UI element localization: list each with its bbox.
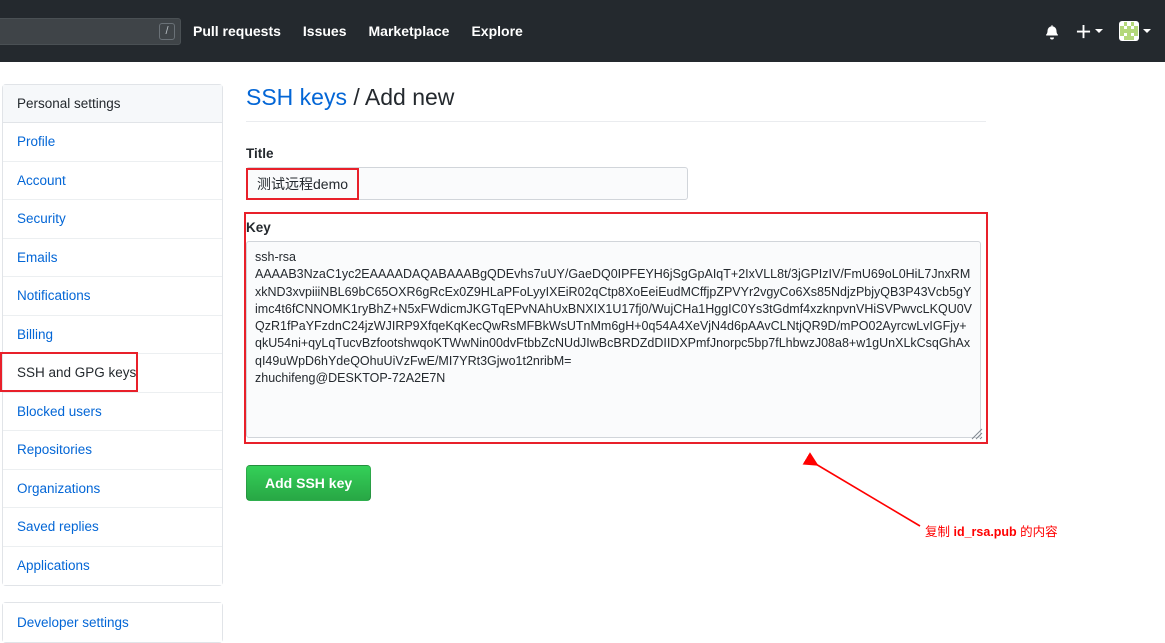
annotation-label: 复制 id_rsa.pub 的内容: [925, 521, 1058, 540]
search-shortcut-badge: /: [159, 23, 175, 40]
key-field-label: Key: [246, 220, 271, 235]
chevron-down-icon: [1143, 29, 1151, 33]
sidebar-item-label: Organizations: [17, 480, 101, 496]
sidebar-item-repositories[interactable]: Repositories: [3, 431, 222, 470]
sidebar-item-emails[interactable]: Emails: [3, 238, 222, 277]
sidebar-item-label: Applications: [17, 558, 90, 574]
sidebar-item-label: Security: [17, 211, 66, 227]
nav-link-issues[interactable]: Issues: [303, 23, 347, 39]
nav-link-pull-requests[interactable]: Pull requests: [193, 23, 281, 39]
header-nav: Pull requests Issues Marketplace Explore: [193, 0, 523, 62]
title-input[interactable]: [246, 167, 688, 200]
nav-link-explore[interactable]: Explore: [471, 23, 522, 39]
sidebar-item-profile[interactable]: Profile: [3, 123, 222, 162]
sidebar-heading: Personal settings: [3, 85, 222, 123]
global-header: / Pull requests Issues Marketplace Explo…: [0, 0, 1165, 62]
add-ssh-key-button[interactable]: Add SSH key: [246, 465, 372, 501]
search-box[interactable]: /: [0, 18, 181, 45]
plus-icon[interactable]: [1076, 24, 1103, 39]
sidebar-item-label: SSH and GPG keys: [17, 365, 137, 381]
sidebar-item-applications[interactable]: Applications: [3, 546, 222, 585]
sidebar-item-notifications[interactable]: Notifications: [3, 277, 222, 316]
title-field-label: Title: [246, 146, 274, 161]
sidebar-item-account[interactable]: Account: [3, 161, 222, 200]
breadcrumb-link-ssh-keys[interactable]: SSH keys: [246, 84, 347, 110]
header-actions: [1044, 0, 1151, 62]
sidebar-item-saved-replies[interactable]: Saved replies: [3, 508, 222, 547]
page-title: SSH keys / Add new: [246, 84, 986, 122]
sidebar-item-label: Account: [17, 172, 66, 188]
chevron-down-icon: [1095, 29, 1103, 33]
avatar[interactable]: [1119, 21, 1151, 41]
sidebar-item-security[interactable]: Security: [3, 200, 222, 239]
sidebar-item-blocked-users[interactable]: Blocked users: [3, 392, 222, 431]
sidebar-item-billing[interactable]: Billing: [3, 315, 222, 354]
annotation-text-prefix: 复制: [925, 525, 954, 539]
title-field-group: Title: [246, 146, 986, 200]
sidebar-item-label: Repositories: [17, 442, 93, 458]
sidebar-item-label: Emails: [17, 249, 58, 265]
search-input[interactable]: [0, 18, 181, 45]
annotation-text-filename: id_rsa.pub: [953, 525, 1017, 539]
annotation-text-suffix: 的内容: [1016, 525, 1058, 539]
bell-icon[interactable]: [1044, 23, 1060, 40]
sidebar-item-developer-settings[interactable]: Developer settings: [3, 603, 222, 642]
sidebar-item-label: Profile: [17, 134, 56, 150]
breadcrumb-current: / Add new: [346, 84, 455, 110]
sidebar-item-label: Blocked users: [17, 403, 102, 419]
personal-settings-group: Personal settings Profile Account Securi…: [0, 84, 223, 586]
key-textarea[interactable]: ssh-rsa AAAAB3NzaC1yc2EAAAADAQABAAABgQDE…: [246, 241, 981, 438]
sidebar-item-label: Billing: [17, 326, 54, 342]
key-field-group: Key ssh-rsa AAAAB3NzaC1yc2EAAAADAQABAAAB…: [244, 212, 988, 444]
sidebar-item-label: Developer settings: [17, 614, 129, 630]
sidebar-item-label: Notifications: [17, 288, 91, 304]
sidebar-item-label: Saved replies: [17, 519, 99, 535]
sidebar-item-ssh-and-gpg-keys[interactable]: SSH and GPG keys: [0, 352, 222, 393]
sidebar-item-organizations[interactable]: Organizations: [3, 469, 222, 508]
settings-sidebar: Personal settings Profile Account Securi…: [0, 84, 223, 643]
developer-settings-group: Developer settings: [2, 602, 223, 643]
nav-link-marketplace[interactable]: Marketplace: [369, 23, 450, 39]
main-content: SSH keys / Add new Title Key ssh-rsa AAA…: [244, 84, 988, 501]
